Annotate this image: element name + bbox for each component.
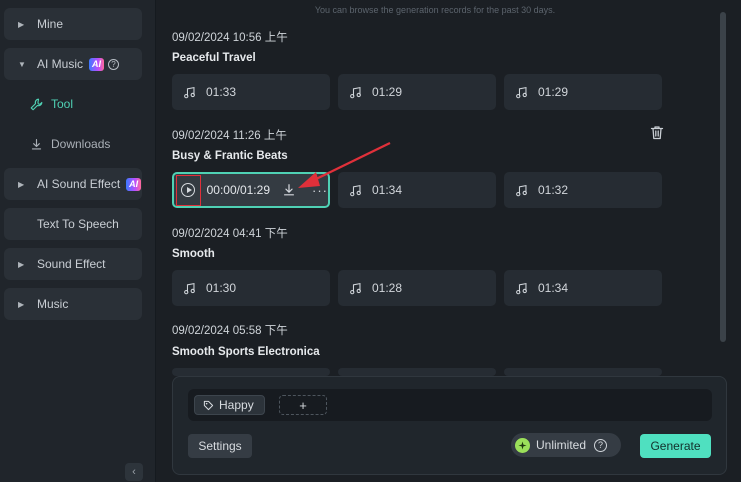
track-item[interactable] — [338, 368, 496, 376]
sparkle-icon — [515, 437, 530, 453]
help-icon[interactable]: ? — [108, 58, 120, 70]
history-hint: You can browse the generation records fo… — [314, 5, 556, 15]
track-item[interactable]: 01:29 — [338, 74, 496, 110]
tag-icon — [203, 400, 214, 410]
scrollbar[interactable] — [720, 12, 726, 342]
add-tag-button[interactable]: + — [279, 395, 327, 415]
sidebar-item-label: Mine — [37, 17, 64, 31]
sidebar-item-label: AI Sound Effect — [37, 177, 121, 191]
track-item[interactable]: 01:34 — [504, 270, 662, 306]
sidebar-item-mine[interactable]: ▶ Mine — [4, 8, 142, 40]
track-item[interactable]: 01:33 — [172, 74, 330, 110]
track-duration: 01:33 — [206, 85, 237, 99]
track-item[interactable]: 01:28 — [338, 270, 496, 306]
group-date: 09/02/2024 11:26 上午 — [172, 130, 287, 142]
ai-badge: AI — [126, 177, 142, 191]
track-item[interactable] — [172, 368, 330, 376]
chevron-right-icon: ▶ — [18, 259, 25, 269]
sidebar-item-label: Music — [37, 297, 69, 311]
music-note-icon — [516, 86, 527, 98]
sidebar-subitem-tool[interactable]: Tool — [30, 97, 73, 111]
chevron-down-icon: ▼ — [18, 59, 26, 69]
group-title: Smooth Sports Electronica — [172, 346, 320, 358]
group-date: 09/02/2024 04:41 下午 — [172, 228, 288, 240]
sidebar-subitem-label: Tool — [51, 97, 74, 111]
music-note-icon — [516, 282, 527, 294]
track-item[interactable]: 01:30 — [172, 270, 330, 306]
sidebar-item-music[interactable]: ▶ Music — [4, 288, 142, 320]
group-title: Busy & Frantic Beats — [172, 150, 288, 162]
sidebar-item-text-to-speech[interactable]: Text To Speech — [4, 208, 142, 240]
more-options-icon[interactable]: ··· — [312, 183, 328, 198]
music-note-icon — [350, 86, 361, 98]
help-icon[interactable]: ? — [594, 438, 608, 452]
tag-chip-happy[interactable]: Happy — [194, 395, 265, 415]
sidebar-item-ai-sound-effect[interactable]: ▶ AI Sound Effect AI — [4, 168, 142, 200]
tag-label: Happy — [219, 398, 254, 412]
download-icon[interactable] — [282, 183, 296, 197]
music-note-icon — [516, 184, 527, 196]
track-item[interactable]: 01:29 — [504, 74, 662, 110]
settings-button[interactable]: Settings — [188, 434, 252, 458]
track-duration: 01:32 — [538, 183, 569, 197]
music-note-icon — [350, 282, 361, 294]
group-date: 09/02/2024 10:56 上午 — [172, 32, 288, 44]
track-duration: 01:34 — [538, 281, 569, 295]
track-item[interactable] — [504, 368, 662, 376]
group-title: Peaceful Travel — [172, 52, 256, 64]
sidebar-item-label: Text To Speech — [37, 217, 119, 231]
sidebar: ▶ Mine ▼ AI Music AI ? Tool Downloads ▶ … — [0, 0, 156, 482]
main-content: You can browse the generation records fo… — [157, 0, 741, 482]
sidebar-item-sound-effect[interactable]: ▶ Sound Effect — [4, 248, 142, 280]
wrench-icon — [30, 98, 43, 110]
track-item[interactable]: 01:34 — [338, 172, 496, 208]
group-title: Smooth — [172, 248, 215, 260]
music-note-icon — [350, 184, 361, 196]
tag-input-row[interactable]: Happy + — [188, 389, 712, 421]
play-icon — [181, 183, 196, 197]
trash-icon[interactable] — [650, 125, 664, 140]
collapse-sidebar-button[interactable]: ‹ — [125, 463, 143, 481]
sidebar-item-label: Sound Effect — [37, 257, 106, 271]
chevron-right-icon: ▶ — [18, 179, 25, 189]
download-icon — [31, 138, 42, 150]
music-note-icon — [184, 282, 195, 294]
sidebar-item-ai-music[interactable]: ▼ AI Music AI ? — [4, 48, 142, 80]
ai-badge: AI — [89, 57, 105, 71]
play-button[interactable] — [176, 174, 201, 206]
track-duration: 01:29 — [372, 85, 403, 99]
sidebar-subitem-label: Downloads — [51, 137, 111, 151]
unlimited-label: Unlimited — [536, 438, 587, 452]
track-duration: 01:28 — [372, 281, 403, 295]
playback-time: 00:00/01:29 — [206, 183, 270, 197]
generate-panel: Happy + Settings Unlimited ? Generate — [172, 376, 727, 475]
chevron-right-icon: ▶ — [18, 19, 25, 29]
track-item-playing[interactable]: 00:00/01:29 ··· — [172, 172, 330, 208]
chevron-right-icon: ▶ — [18, 299, 25, 309]
track-duration: 01:30 — [206, 281, 237, 295]
music-note-icon — [184, 86, 195, 98]
sidebar-subitem-downloads[interactable]: Downloads — [30, 137, 110, 151]
track-duration: 01:34 — [372, 183, 403, 197]
track-duration: 01:29 — [538, 85, 569, 99]
group-date: 09/02/2024 05:58 下午 — [172, 325, 288, 337]
sidebar-item-label: AI Music — [37, 57, 84, 71]
generate-button[interactable]: Generate — [640, 434, 711, 458]
track-item[interactable]: 01:32 — [504, 172, 662, 208]
unlimited-credits-badge[interactable]: Unlimited ? — [511, 433, 621, 457]
